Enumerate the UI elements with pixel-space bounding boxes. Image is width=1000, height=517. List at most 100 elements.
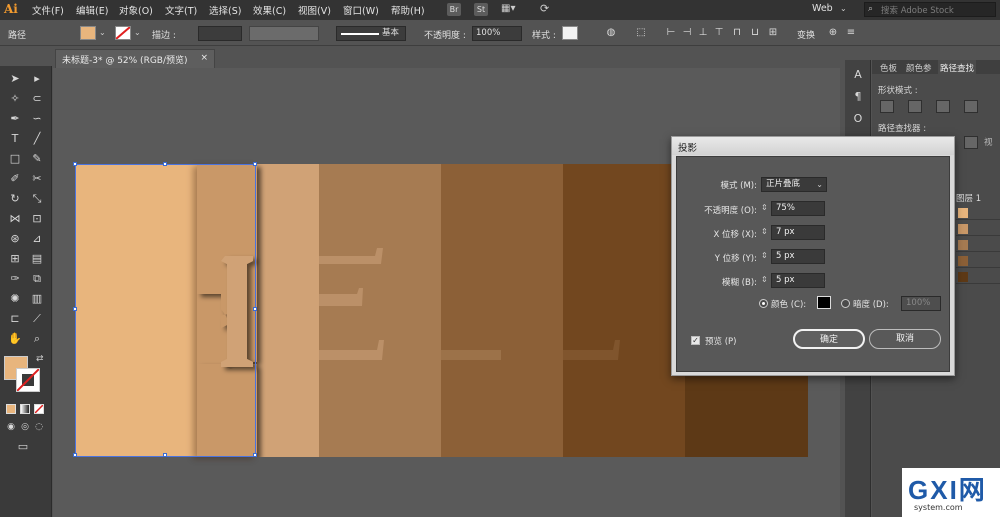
- selection-handle[interactable]: [253, 307, 257, 311]
- shape-builder-icon[interactable]: ⊛: [6, 230, 24, 248]
- tab-pathfinder[interactable]: 路径查找: [938, 60, 977, 76]
- align-right-icon[interactable]: ⊥: [696, 26, 710, 40]
- shadow-color-swatch[interactable]: [817, 296, 831, 309]
- stroke-color-box[interactable]: [16, 368, 40, 392]
- selection-handle[interactable]: [73, 307, 77, 311]
- blur-input[interactable]: 5 px: [771, 273, 825, 288]
- transform-link[interactable]: 变换: [797, 28, 815, 41]
- menu-file[interactable]: 文件(F): [32, 3, 64, 17]
- gpu-icon[interactable]: ⟳: [540, 2, 549, 15]
- opacity-field[interactable]: 100%: [472, 26, 522, 41]
- bridge-badge[interactable]: Br: [447, 3, 461, 16]
- menu-object[interactable]: 对象(O): [119, 3, 153, 17]
- swap-colors-icon[interactable]: ⇄: [36, 354, 44, 364]
- mesh-tool-icon[interactable]: ⊞: [6, 250, 24, 268]
- distribute-icon[interactable]: ⊞: [766, 26, 780, 40]
- menu-select[interactable]: 选择(S): [209, 3, 241, 17]
- symbol-sprayer-icon[interactable]: ✺: [6, 290, 24, 308]
- intersect-button[interactable]: [936, 100, 950, 113]
- line-tool-icon[interactable]: ╱: [28, 130, 46, 148]
- selection-handle[interactable]: [73, 162, 77, 166]
- gradient-mode-icon[interactable]: [20, 404, 30, 414]
- eyedropper-icon[interactable]: ✑: [6, 270, 24, 288]
- color-mode-icon[interactable]: [6, 404, 16, 414]
- gradient-tool-icon[interactable]: ▤: [28, 250, 46, 268]
- menu-help[interactable]: 帮助(H): [391, 3, 425, 17]
- darkness-input[interactable]: 100%: [901, 296, 941, 311]
- selection-handle[interactable]: [163, 162, 167, 166]
- free-transform-icon[interactable]: ⊡: [28, 210, 46, 228]
- layer-row[interactable]: [956, 254, 1000, 268]
- menu-window[interactable]: 窗口(W): [343, 3, 379, 17]
- exclude-button[interactable]: [964, 100, 978, 113]
- stroke-weight-dropdown[interactable]: [198, 26, 242, 41]
- color-radio[interactable]: [759, 299, 768, 308]
- align-center-icon[interactable]: ⊣: [680, 26, 694, 40]
- width-tool-icon[interactable]: ⋈: [6, 210, 24, 228]
- selection-tool-icon[interactable]: ➤: [6, 70, 24, 88]
- darkness-radio[interactable]: [841, 299, 850, 308]
- selection-handle[interactable]: [253, 162, 257, 166]
- align-to-icon[interactable]: ⬚: [634, 26, 648, 40]
- mode-select[interactable]: 正片叠底 ⌄: [761, 177, 827, 192]
- minus-front-button[interactable]: [908, 100, 922, 113]
- stock-search-box[interactable]: ⌕ 搜索 Adobe Stock: [864, 2, 996, 17]
- scale-tool-icon[interactable]: ⤡: [28, 190, 46, 208]
- lasso-icon[interactable]: ⊂: [28, 90, 46, 108]
- align-left-icon[interactable]: ⊢: [664, 26, 678, 40]
- stroke-swatch[interactable]: [115, 26, 131, 40]
- direct-selection-tool-icon[interactable]: ▸: [28, 70, 46, 88]
- selection-handle[interactable]: [253, 453, 257, 457]
- layer-name[interactable]: 图层 1: [956, 192, 981, 204]
- menu-effect[interactable]: 效果(C): [253, 3, 286, 17]
- scissors-icon[interactable]: ✂: [28, 170, 46, 188]
- tab-swatches[interactable]: 色板: [880, 62, 897, 74]
- tab-color-guide[interactable]: 颜色参: [906, 62, 932, 74]
- curvature-tool-icon[interactable]: ∽: [28, 110, 46, 128]
- align-bottom-icon[interactable]: ⊔: [748, 26, 762, 40]
- graph-tool-icon[interactable]: ▥: [28, 290, 46, 308]
- stock-badge[interactable]: St: [474, 3, 488, 16]
- hand-tool-icon[interactable]: ✋: [6, 330, 24, 348]
- opacity-input[interactable]: 75%: [771, 201, 825, 216]
- brush-definition-dropdown[interactable]: 基本: [336, 26, 406, 41]
- magic-wand-icon[interactable]: ✧: [6, 90, 24, 108]
- align-top-icon[interactable]: ⊤: [712, 26, 726, 40]
- menu-edit[interactable]: 编辑(E): [76, 3, 108, 17]
- blend-tool-icon[interactable]: ⧉: [28, 270, 46, 288]
- rectangle-tool-icon[interactable]: □: [6, 150, 24, 168]
- artboard-tool-icon[interactable]: ⊏: [6, 310, 24, 328]
- unite-button[interactable]: [880, 100, 894, 113]
- workspace-switcher[interactable]: Web: [812, 3, 833, 14]
- layer-row[interactable]: [956, 222, 1000, 236]
- blur-stepper-icon[interactable]: ⇕: [761, 275, 768, 284]
- chevron-down-icon[interactable]: ⌄: [99, 28, 106, 37]
- document-tab[interactable]: 未标题-3* @ 52% (RGB/预览) ×: [55, 49, 215, 68]
- screen-mode-icon[interactable]: ▭: [14, 438, 32, 456]
- align-middle-icon[interactable]: ⊓: [730, 26, 744, 40]
- recolor-icon[interactable]: ◍: [604, 26, 618, 40]
- chevron-down-icon[interactable]: ⌄: [134, 28, 141, 37]
- selection-handle[interactable]: [73, 453, 77, 457]
- cancel-button[interactable]: 取消: [869, 329, 941, 349]
- layer-row[interactable]: [956, 206, 1000, 220]
- fill-swatch[interactable]: [80, 26, 96, 40]
- shaper-tool-icon[interactable]: ✐: [6, 170, 24, 188]
- type-tool-icon[interactable]: T: [6, 130, 24, 148]
- dialog-titlebar[interactable]: 投影: [672, 137, 954, 155]
- y-offset-input[interactable]: 5 px: [771, 249, 825, 264]
- menu-view[interactable]: 视图(V): [298, 3, 331, 17]
- zoom-tool-icon[interactable]: ⌕: [28, 330, 46, 348]
- opentype-panel-icon[interactable]: O: [849, 110, 867, 128]
- preview-checkbox[interactable]: ✓: [691, 336, 700, 345]
- variable-width-profile[interactable]: [249, 26, 319, 41]
- crop-button[interactable]: [964, 136, 978, 149]
- paragraph-panel-icon[interactable]: ¶: [849, 88, 867, 106]
- slice-tool-icon[interactable]: ⟋: [28, 310, 46, 328]
- none-mode-icon[interactable]: [34, 404, 44, 414]
- ok-button[interactable]: 确定: [793, 329, 865, 349]
- draw-inside-icon[interactable]: ◌: [30, 418, 48, 436]
- layer-row[interactable]: [956, 238, 1000, 252]
- isolate-icon[interactable]: ⊕: [826, 26, 840, 40]
- paintbrush-icon[interactable]: ✎: [28, 150, 46, 168]
